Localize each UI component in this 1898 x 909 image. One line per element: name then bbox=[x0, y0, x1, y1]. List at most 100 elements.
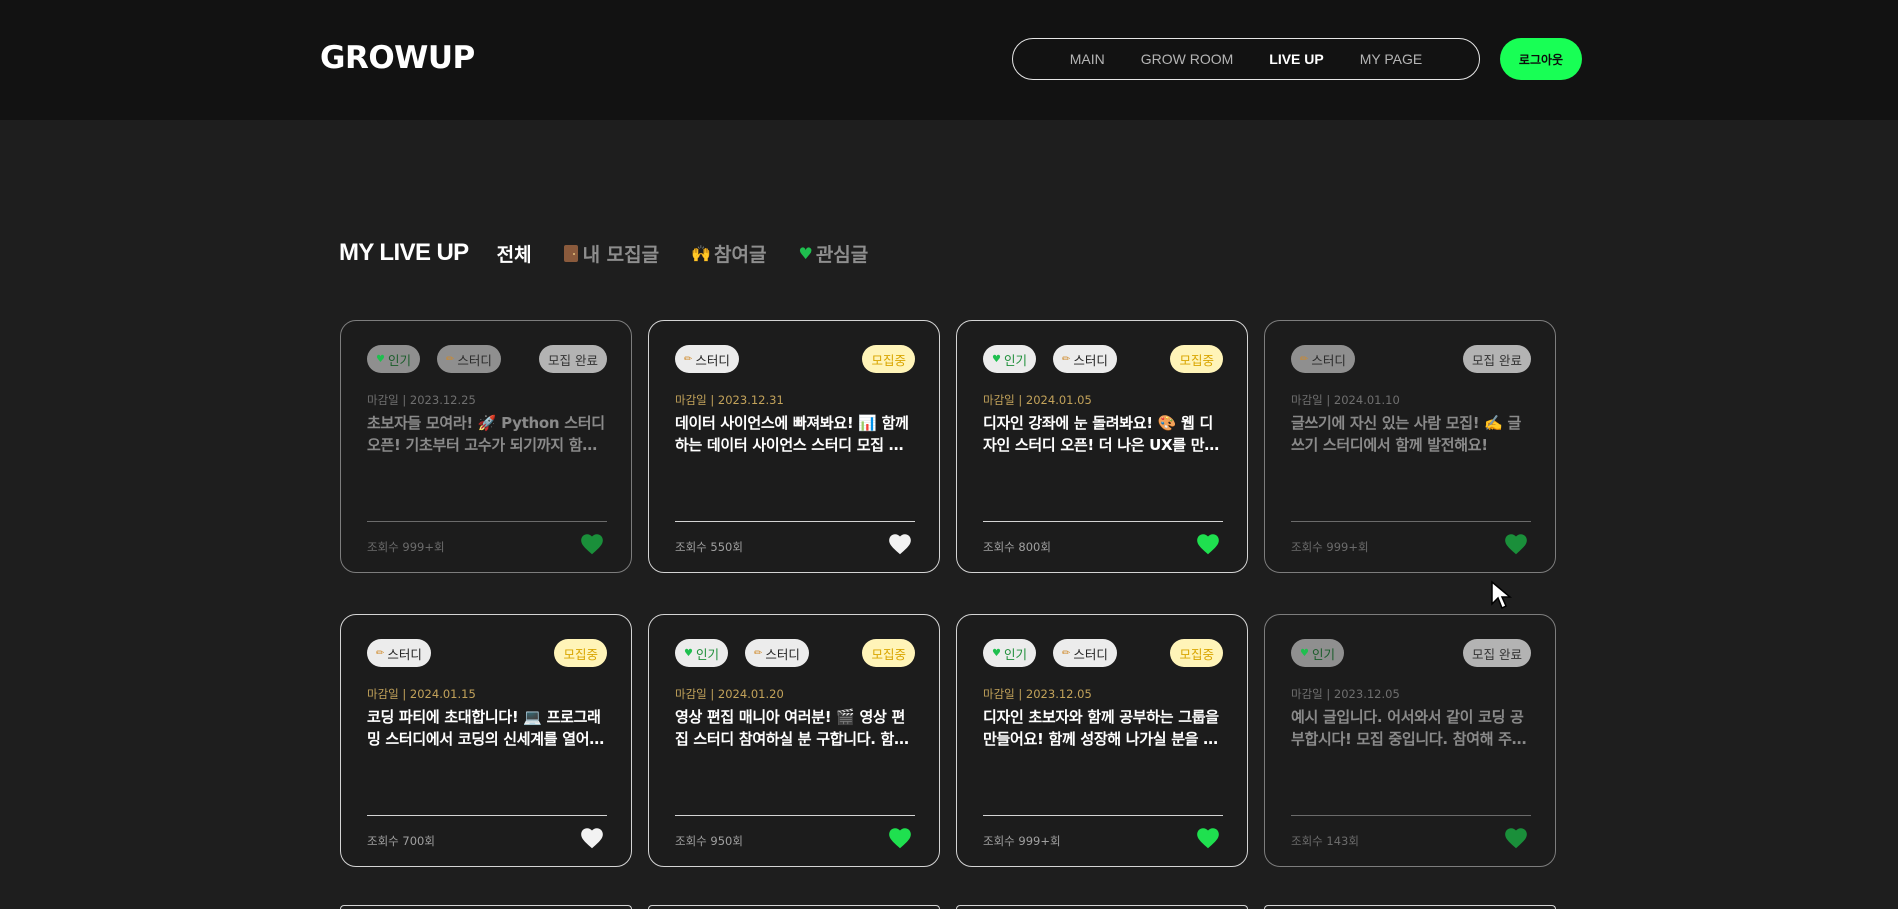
recruit-status-badge: 모집 완료 bbox=[539, 345, 607, 373]
post-card[interactable]: ✏ 스터디 모집 완료 마감일 | 2024.01.10 글쓰기에 자신 있는 사람 모… bbox=[1264, 320, 1556, 573]
card-deadline: 마감일 | 2024.01.05 bbox=[983, 393, 1092, 407]
card-tags: ♥ 인기 ✏ 스터디 모집 완료 bbox=[367, 345, 607, 373]
recruit-status-badge: 모집중 bbox=[554, 639, 607, 667]
study-badge-label: 스터디 bbox=[1311, 352, 1346, 368]
like-heart-icon[interactable] bbox=[1503, 825, 1529, 851]
study-badge-label: 스터디 bbox=[457, 352, 492, 368]
like-heart-icon[interactable] bbox=[887, 825, 913, 851]
like-heart-icon[interactable] bbox=[1503, 531, 1529, 557]
popular-badge-label: 인기 bbox=[695, 646, 719, 662]
recruit-status-badge: 모집중 bbox=[1170, 639, 1223, 667]
recruit-status-badge: 모집 완료 bbox=[1463, 345, 1531, 373]
green-heart-icon: ♥ bbox=[992, 353, 1001, 365]
popular-badge: ♥ 인기 bbox=[1291, 639, 1344, 667]
next-row-card-edge bbox=[340, 905, 632, 909]
recruit-status-badge: 모집 완료 bbox=[1463, 639, 1531, 667]
like-heart-icon[interactable] bbox=[579, 531, 605, 557]
study-badge: ✏ 스터디 bbox=[1053, 345, 1117, 373]
recruit-status-badge: 모집중 bbox=[862, 639, 915, 667]
next-row-card-edge bbox=[1264, 905, 1556, 909]
post-card[interactable]: ♥ 인기 ✏ 스터디 모집중 마감일 | 2024.01.20 영상 편집 매니아 여러분!… bbox=[648, 614, 940, 867]
tab-joined[interactable]: 🙌 참여글 bbox=[691, 240, 766, 267]
main-nav: MAIN GROW ROOM LIVE UP MY PAGE bbox=[1012, 38, 1480, 80]
card-divider bbox=[983, 521, 1223, 522]
next-row-card-edge bbox=[956, 905, 1248, 909]
card-tags: ♥ 인기 ✏ 스터디 모집중 bbox=[675, 639, 915, 667]
popular-badge-label: 인기 bbox=[1311, 646, 1335, 662]
study-badge: ✏ 스터디 bbox=[367, 639, 431, 667]
like-heart-icon[interactable] bbox=[1195, 531, 1221, 557]
card-view-count: 조회수 950회 bbox=[675, 834, 743, 848]
pencil-icon: ✏ bbox=[754, 647, 763, 659]
card-divider bbox=[675, 521, 915, 522]
card-deadline: 마감일 | 2024.01.10 bbox=[1291, 393, 1400, 407]
popular-badge: ♥ 인기 bbox=[367, 345, 420, 373]
card-view-count: 조회수 550회 bbox=[675, 540, 743, 554]
tab-favorites-label: 관심글 bbox=[815, 243, 869, 266]
nav-main[interactable]: MAIN bbox=[1052, 51, 1123, 67]
card-title: 디자인 강좌에 눈 돌려봐요! 🎨 웹 디자인 스터디 오픈! 더 나은 UX를… bbox=[983, 414, 1218, 454]
top-header: GROWUP MAIN GROW ROOM LIVE UP MY PAGE 로그… bbox=[0, 0, 1898, 120]
nav-grow-room[interactable]: GROW ROOM bbox=[1123, 51, 1252, 67]
mouse-cursor-icon bbox=[1491, 580, 1512, 610]
tab-favorites[interactable]: ♥ 관심글 bbox=[798, 240, 868, 267]
study-badge: ✏ 스터디 bbox=[745, 639, 809, 667]
card-view-count: 조회수 999+회 bbox=[983, 834, 1061, 848]
card-title: 데이터 사이언스에 빠져봐요! 📊 함께하는 데이터 사이언스 스터디 모집 중… bbox=[675, 414, 909, 454]
pencil-icon: ✏ bbox=[684, 353, 693, 365]
nav-my-page[interactable]: MY PAGE bbox=[1342, 51, 1441, 67]
study-badge-label: 스터디 bbox=[387, 646, 422, 662]
like-heart-icon[interactable] bbox=[887, 531, 913, 557]
card-divider bbox=[367, 521, 607, 522]
card-deadline: 마감일 | 2023.12.05 bbox=[983, 687, 1092, 701]
post-card[interactable]: ✏ 스터디 모집중 마감일 | 2023.12.31 데이터 사이언스에 빠져봐요! 📊… bbox=[648, 320, 940, 573]
tab-all-label: 전체 bbox=[496, 243, 532, 266]
recruit-status-badge: 모집중 bbox=[862, 345, 915, 373]
like-heart-icon[interactable] bbox=[579, 825, 605, 851]
card-tags: ✏ 스터디 모집중 bbox=[675, 345, 915, 373]
card-divider bbox=[983, 815, 1223, 816]
next-row-card-edge bbox=[648, 905, 940, 909]
card-deadline: 마감일 | 2024.01.15 bbox=[367, 687, 476, 701]
tab-my-posts[interactable]: 내 모집글 bbox=[563, 240, 660, 267]
popular-badge-label: 인기 bbox=[387, 352, 411, 368]
growup-logo[interactable]: GROWUP bbox=[320, 40, 475, 76]
green-heart-icon: ♥ bbox=[684, 647, 693, 659]
study-badge: ✏ 스터디 bbox=[1053, 639, 1117, 667]
card-title: 초보자들 모여라! 🚀 Python 스터디 오픈! 기초부터 고수가 되기까지… bbox=[367, 414, 605, 454]
post-card[interactable]: ✏ 스터디 모집중 마감일 | 2024.01.15 코딩 파티에 초대합니다! 💻 프… bbox=[340, 614, 632, 867]
post-card[interactable]: ♥ 인기 ✏ 스터디 모집 완료 마감일 | 2023.12.25 초보자들 모여라! 🚀 … bbox=[340, 320, 632, 573]
popular-badge-label: 인기 bbox=[1003, 646, 1027, 662]
post-card[interactable]: ♥ 인기 ✏ 스터디 모집중 마감일 | 2023.12.05 디자인 초보자와 함께 공부… bbox=[956, 614, 1248, 867]
card-deadline: 마감일 | 2023.12.05 bbox=[1291, 687, 1400, 701]
popular-badge: ♥ 인기 bbox=[983, 345, 1036, 373]
study-badge-label: 스터디 bbox=[1073, 352, 1108, 368]
tab-my-posts-label: 내 모집글 bbox=[582, 243, 660, 266]
tab-joined-label: 참여글 bbox=[714, 243, 767, 266]
pencil-icon: ✏ bbox=[1062, 647, 1071, 659]
post-card[interactable]: ♥ 인기 ✏ 스터디 모집중 마감일 | 2024.01.05 디자인 강좌에 눈 돌려봐요… bbox=[956, 320, 1248, 573]
study-badge: ✏ 스터디 bbox=[675, 345, 739, 373]
card-tags: ♥ 인기 모집 완료 bbox=[1291, 639, 1531, 667]
study-badge: ✏ 스터디 bbox=[437, 345, 501, 373]
card-title: 글쓰기에 자신 있는 사람 모집! ✍️ 글쓰기 스터디에서 함께 발전해요! bbox=[1291, 414, 1521, 454]
door-icon bbox=[563, 244, 578, 262]
nav-live-up[interactable]: LIVE UP bbox=[1251, 51, 1341, 67]
card-view-count: 조회수 999+회 bbox=[1291, 540, 1369, 554]
card-tags: ♥ 인기 ✏ 스터디 모집중 bbox=[983, 345, 1223, 373]
tab-all[interactable]: 전체 bbox=[497, 240, 532, 267]
popular-badge: ♥ 인기 bbox=[675, 639, 728, 667]
card-deadline: 마감일 | 2024.01.20 bbox=[675, 687, 784, 701]
card-divider bbox=[1291, 521, 1531, 522]
card-view-count: 조회수 800회 bbox=[983, 540, 1051, 554]
logout-button[interactable]: 로그아웃 bbox=[1500, 38, 1582, 80]
card-view-count: 조회수 700회 bbox=[367, 834, 435, 848]
like-heart-icon[interactable] bbox=[1195, 825, 1221, 851]
post-card[interactable]: ♥ 인기 모집 완료 마감일 | 2023.12.05 예시 글입니다. 어서와서 같이… bbox=[1264, 614, 1556, 867]
green-heart-icon: ♥ bbox=[376, 353, 385, 365]
card-divider bbox=[675, 815, 915, 816]
green-heart-icon: ♥ bbox=[1300, 647, 1309, 659]
green-heart-icon: ♥ bbox=[798, 243, 813, 263]
card-view-count: 조회수 999+회 bbox=[367, 540, 445, 554]
pencil-icon: ✏ bbox=[1062, 353, 1071, 365]
